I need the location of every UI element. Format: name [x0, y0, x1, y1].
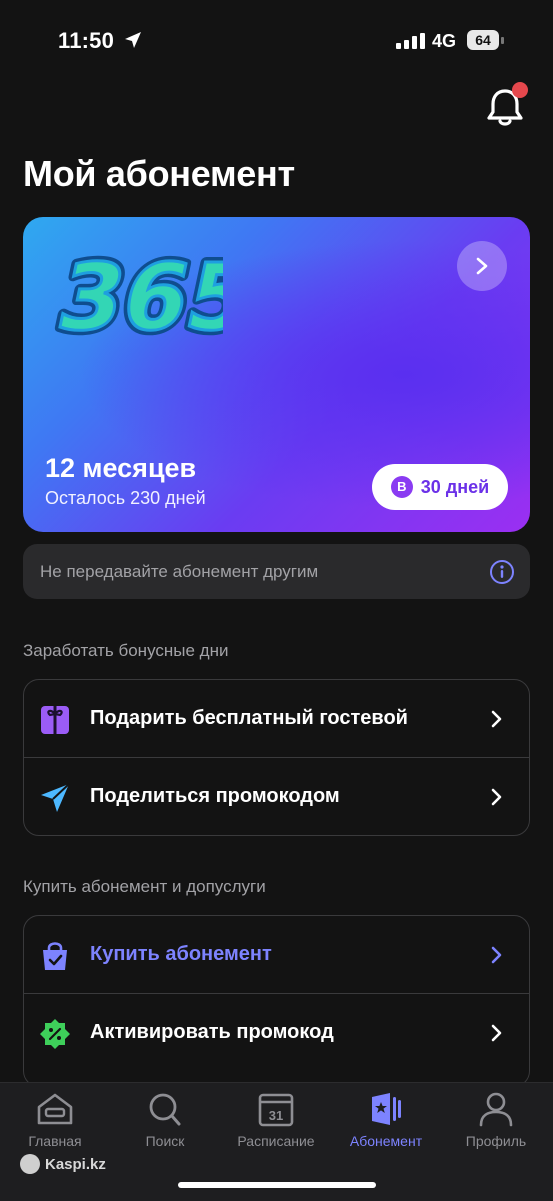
activate-promo-label: Активировать промокод: [90, 1021, 334, 1043]
subscription-card-icon: [372, 1093, 401, 1125]
bonus-days-label: 30 дней: [420, 476, 490, 497]
tab-profile[interactable]: Профиль: [441, 1091, 551, 1149]
subscription-card[interactable]: 365 365 12 месяцев Осталось 230 дней B 3…: [23, 217, 530, 532]
buy-menu: Купить абонемент Активировать промокод: [23, 915, 530, 1087]
home-icon: [37, 1093, 73, 1125]
bonus-badge-icon: B: [390, 476, 413, 498]
home-indicator[interactable]: [178, 1182, 376, 1188]
tab-home-label: Главная: [28, 1133, 82, 1149]
svg-text:365: 365: [49, 244, 223, 347]
tab-schedule[interactable]: 31 Расписание: [221, 1091, 331, 1149]
bonus-days-pill[interactable]: B 30 дней: [372, 464, 508, 510]
shopping-bag-icon: [43, 942, 67, 970]
tab-schedule-label: Расписание: [237, 1133, 315, 1149]
battery-icon: 64: [467, 30, 504, 52]
chevron-right-icon: [476, 257, 488, 275]
chevron-right-icon: [491, 788, 502, 806]
battery-level: 64: [467, 30, 499, 50]
search-icon: [149, 1093, 181, 1126]
profile-icon: [479, 1092, 513, 1127]
kaspi-logo-icon: [20, 1154, 40, 1174]
buy-subscription-label: Купить абонемент: [90, 943, 272, 965]
location-arrow-icon: [125, 32, 141, 48]
send-arrow-icon: [41, 783, 70, 812]
network-type: 4G: [432, 31, 457, 51]
buy-subscription-item[interactable]: Купить абонемент: [24, 916, 529, 993]
tab-search-label: Поиск: [145, 1133, 185, 1149]
buy-section-title: Купить абонемент и допуслуги: [23, 877, 266, 896]
calendar-icon: 31: [258, 1093, 294, 1127]
chevron-right-icon: [491, 710, 502, 728]
cellular-signal-icon: [396, 33, 425, 49]
watermark-text: Kaspi.kz: [45, 1155, 106, 1173]
card-arrow-button[interactable]: [457, 241, 507, 291]
bonus-menu: Подарить бесплатный гостевой Поделиться …: [23, 679, 530, 836]
gift-guest-label: Подарить бесплатный гостевой: [90, 707, 408, 729]
gift-guest-item[interactable]: Подарить бесплатный гостевой: [24, 680, 529, 757]
transfer-warning-text: Не передавайте абонемент другим: [40, 562, 319, 581]
activate-promo-item[interactable]: Активировать промокод: [24, 993, 529, 1071]
discount-badge-icon: [40, 1019, 70, 1049]
gift-icon: [41, 706, 69, 734]
page-title: Мой абонемент: [23, 153, 295, 194]
chevron-right-icon: [491, 1024, 502, 1042]
notification-dot: [512, 82, 528, 98]
tab-subscription-label: Абонемент: [349, 1133, 423, 1149]
status-time: 11:50: [58, 28, 115, 53]
share-promo-label: Поделиться промокодом: [90, 785, 340, 807]
365-logo: 365 365: [44, 239, 223, 347]
info-icon[interactable]: [489, 559, 515, 585]
bonus-section-title: Заработать бонусные дни: [23, 641, 229, 660]
plan-duration: 12 месяцев: [45, 453, 197, 483]
tab-profile-label: Профиль: [465, 1133, 527, 1149]
tab-search[interactable]: Поиск: [110, 1091, 220, 1149]
tab-home[interactable]: Главная: [0, 1091, 110, 1149]
tab-subscription[interactable]: Абонемент: [331, 1091, 441, 1149]
svg-text:31: 31: [269, 1108, 283, 1123]
transfer-warning: Не передавайте абонемент другим: [23, 544, 530, 599]
share-promo-item[interactable]: Поделиться промокодом: [24, 757, 529, 835]
chevron-right-icon: [491, 946, 502, 964]
kaspi-watermark: Kaspi.kz: [20, 1154, 106, 1174]
days-remaining: Осталось 230 дней: [45, 488, 206, 508]
